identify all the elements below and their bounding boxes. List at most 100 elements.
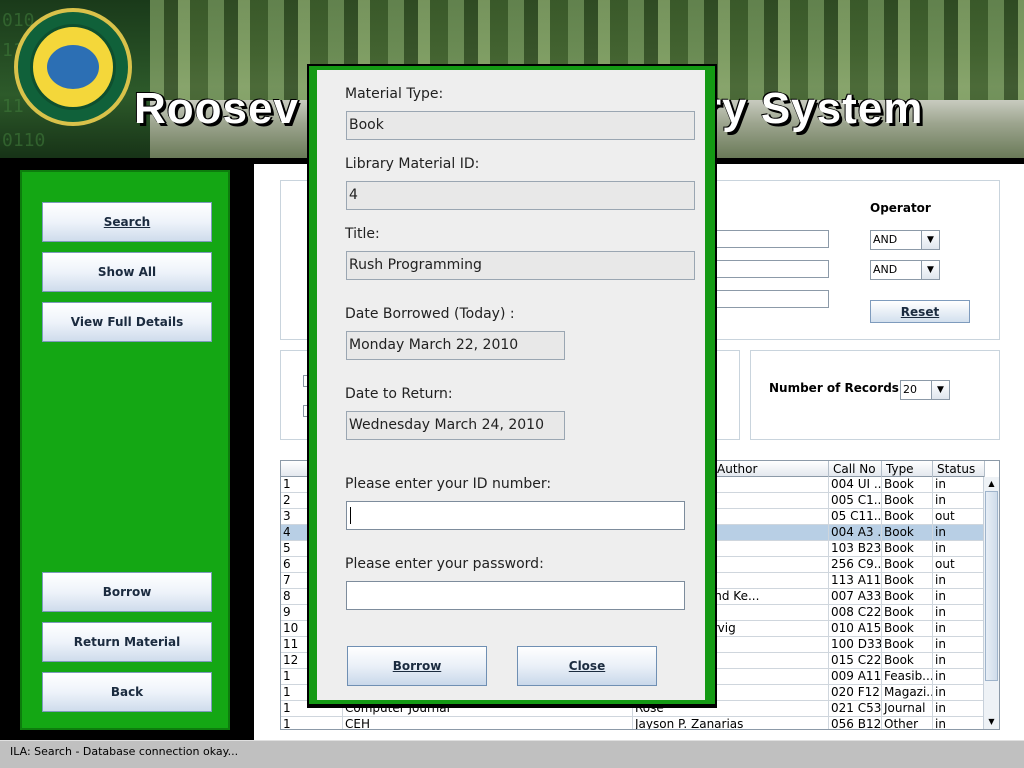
chevron-down-icon: ▼ bbox=[931, 381, 949, 399]
table-cell-status: in bbox=[933, 717, 985, 729]
show-all-button[interactable]: Show All bbox=[42, 252, 212, 292]
table-cell-id: 1 bbox=[281, 717, 343, 729]
table-cell-author: Jayson P. Zanarias bbox=[633, 717, 829, 729]
operator-select-1[interactable]: AND ▼ bbox=[870, 230, 940, 250]
table-cell-status: in bbox=[933, 669, 985, 685]
table-cell-type: Journal bbox=[882, 701, 933, 717]
dialog-close-button[interactable]: Close bbox=[517, 646, 657, 686]
table-cell-status: in bbox=[933, 541, 985, 557]
table-cell-status: out bbox=[933, 509, 985, 525]
return-material-button[interactable]: Return Material bbox=[42, 622, 212, 662]
password-label: Please enter your password: bbox=[345, 556, 544, 572]
operator-label: Operator bbox=[870, 201, 931, 215]
table-cell-call: 015 C22 bbox=[831, 653, 882, 669]
table-cell-call: 256 C9... bbox=[831, 557, 882, 573]
table-cell-type: Book bbox=[882, 621, 933, 637]
table-cell-type: Book bbox=[882, 589, 933, 605]
table-cell-type: Book bbox=[882, 509, 933, 525]
table-cell-status: in bbox=[933, 701, 985, 717]
college-logo bbox=[14, 8, 132, 126]
chevron-down-icon: ▼ bbox=[921, 231, 939, 249]
table-scrollbar[interactable]: ▲ ▼ bbox=[983, 477, 999, 729]
dialog-close-button-label: Close bbox=[568, 659, 606, 673]
table-cell-type: Magazi... bbox=[884, 685, 933, 701]
table-row[interactable]: 1 CEH Jayson P. Zanarias 056 B12 Other in bbox=[281, 717, 985, 729]
table-cell-call: 004 A3 ... bbox=[831, 525, 882, 541]
table-cell-call: 100 D33 bbox=[831, 637, 882, 653]
dialog-body: Material Type: Book Library Material ID:… bbox=[317, 70, 705, 700]
sidebar: Search Show All View Full Details Borrow… bbox=[20, 170, 230, 730]
table-cell-call: 056 B12 bbox=[829, 717, 882, 729]
records-select-value: 20 bbox=[903, 383, 917, 396]
table-cell-type: Other bbox=[882, 717, 933, 729]
scroll-down-icon[interactable]: ▼ bbox=[984, 715, 999, 729]
table-cell-type: Feasib... bbox=[884, 669, 933, 685]
column-header-call-no[interactable]: Call No bbox=[829, 461, 882, 477]
table-cell-status: in bbox=[933, 525, 985, 541]
table-cell-status: in bbox=[933, 685, 985, 701]
back-button[interactable]: Back bbox=[42, 672, 212, 712]
borrow-button[interactable]: Borrow bbox=[42, 572, 212, 612]
table-cell-status: in bbox=[933, 637, 985, 653]
date-borrowed-label: Date Borrowed (Today) : bbox=[345, 306, 515, 322]
table-cell-call: 005 C1... bbox=[831, 493, 882, 509]
table-cell-call: 103 B23 bbox=[831, 541, 882, 557]
table-cell-status: in bbox=[933, 621, 985, 637]
table-cell-status: in bbox=[933, 589, 985, 605]
status-bar: ILA: Search - Database connection okay..… bbox=[0, 740, 1024, 768]
password-input[interactable] bbox=[346, 581, 685, 610]
records-select[interactable]: 20 ▼ bbox=[900, 380, 950, 400]
return-material-button-label: Return Material bbox=[73, 635, 181, 649]
show-all-button-label: Show All bbox=[97, 265, 157, 279]
table-cell-status: out bbox=[933, 557, 985, 573]
scroll-thumb[interactable] bbox=[985, 491, 998, 681]
binary-text: 0110 bbox=[2, 130, 46, 151]
search-field-3[interactable] bbox=[714, 290, 829, 308]
scroll-up-icon[interactable]: ▲ bbox=[984, 477, 999, 491]
table-cell-call: 021 C53 bbox=[831, 701, 882, 717]
view-full-details-button[interactable]: View Full Details bbox=[42, 302, 212, 342]
search-button-label: Search bbox=[103, 215, 151, 229]
table-cell-type: Book bbox=[882, 493, 933, 509]
logo-ring bbox=[30, 24, 116, 110]
view-full-details-button-label: View Full Details bbox=[70, 315, 184, 329]
operator-select-2[interactable]: AND ▼ bbox=[870, 260, 940, 280]
operator-select-1-value: AND bbox=[873, 233, 898, 246]
column-header-author[interactable]: Author bbox=[713, 461, 829, 477]
reset-button-label: Reset bbox=[900, 304, 940, 319]
text-caret bbox=[350, 507, 351, 524]
table-cell-call: 004 UI ... bbox=[831, 477, 882, 493]
binary-text: 11 bbox=[2, 96, 24, 117]
dialog-borrow-button-label: Borrow bbox=[392, 659, 442, 673]
dialog-borrow-button[interactable]: Borrow bbox=[347, 646, 487, 686]
banner-title-right: ry System bbox=[704, 84, 924, 133]
table-cell-call: 05 C11... bbox=[831, 509, 882, 525]
table-cell-call: 020 F12 bbox=[829, 685, 882, 701]
reset-button[interactable]: Reset bbox=[870, 300, 970, 323]
material-id-field: 4 bbox=[346, 181, 695, 210]
id-number-input[interactable] bbox=[346, 501, 685, 530]
records-panel bbox=[750, 350, 1000, 440]
table-cell-type: Book bbox=[882, 637, 933, 653]
table-cell-type: Book bbox=[882, 477, 933, 493]
operator-select-2-value: AND bbox=[873, 263, 898, 276]
date-return-label: Date to Return: bbox=[345, 386, 453, 402]
material-type-field: Book bbox=[346, 111, 695, 140]
date-return-field: Wednesday March 24, 2010 bbox=[346, 411, 565, 440]
table-cell-call: 113 A11 bbox=[831, 573, 882, 589]
app-window: 010 11 11 0110 Roosev ry System Search S… bbox=[0, 0, 1024, 768]
column-header-type[interactable]: Type bbox=[882, 461, 933, 477]
search-button[interactable]: Search bbox=[42, 202, 212, 242]
table-cell-status: in bbox=[933, 493, 985, 509]
table-cell-call: 010 A15 bbox=[831, 621, 882, 637]
id-number-label: Please enter your ID number: bbox=[345, 476, 552, 492]
search-field-2[interactable] bbox=[714, 260, 829, 278]
table-cell-status: in bbox=[933, 653, 985, 669]
table-cell-type: Book bbox=[882, 525, 933, 541]
borrow-dialog: Material Type: Book Library Material ID:… bbox=[307, 64, 717, 708]
back-button-label: Back bbox=[110, 685, 144, 699]
table-cell-type: Book bbox=[882, 605, 933, 621]
column-header-status[interactable]: Status bbox=[933, 461, 985, 477]
search-field-1[interactable] bbox=[714, 230, 829, 248]
table-cell-title: CEH bbox=[343, 717, 633, 729]
